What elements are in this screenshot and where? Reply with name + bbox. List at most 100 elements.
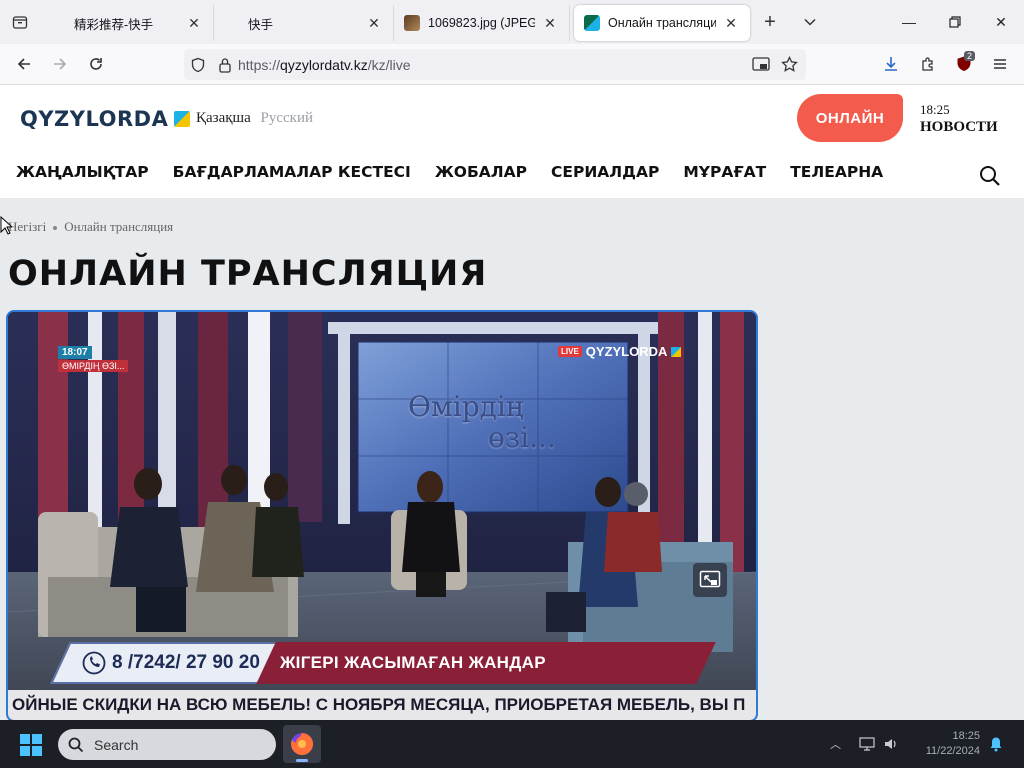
firefox-taskbar-button[interactable]: [283, 725, 321, 763]
restore-button[interactable]: [932, 0, 978, 44]
tab-title: 1069823.jpg (JPEG Imag: [428, 16, 535, 30]
breadcrumb-current: Онлайн трансляция: [64, 219, 174, 234]
language-kazakh[interactable]: Қазақша: [196, 110, 251, 126]
hud-clock: 18:07: [58, 346, 92, 359]
download-icon: [885, 57, 897, 71]
breadcrumb: Негізгі Онлайн трансляция: [8, 219, 173, 235]
windows-start-icon[interactable]: [20, 734, 42, 756]
extension-badge: 2: [964, 51, 976, 61]
hamburger-menu-icon: [994, 59, 1006, 69]
search-icon: [68, 737, 84, 752]
hud-show-name: ӨМІРДІҢ ӨЗІ...: [58, 360, 129, 372]
chevron-down-icon: [804, 18, 816, 26]
video-wall-line-2: өзі...: [488, 420, 556, 454]
taskbar-search-placeholder: Search: [94, 736, 139, 753]
reload-button[interactable]: [78, 48, 114, 80]
nav-item-archive[interactable]: МҰРАҒАТ: [683, 163, 766, 181]
blank-favicon-icon: [224, 15, 240, 31]
close-tab-icon[interactable]: ✕: [185, 14, 203, 32]
page-title: ОНЛАЙН ТРАНСЛЯЦИЯ: [8, 254, 488, 294]
news-time: 18:25: [920, 102, 950, 117]
blank-favicon-icon: [50, 15, 66, 31]
main-navigation: ЖАҢАЛЫҚТАР БАҒДАРЛАМАЛАР КЕСТЕСІ ЖОБАЛАР…: [16, 163, 907, 181]
video-wall-show-title: Өмірдің өзі...: [408, 390, 556, 454]
tab-overview-button[interactable]: [0, 0, 40, 44]
lock-icon[interactable]: [218, 57, 232, 73]
close-tab-icon[interactable]: ✕: [365, 14, 383, 32]
video-player[interactable]: 18:07 ӨМІРДІҢ ӨЗІ... LIVE QYZYLORDA Өмір…: [6, 310, 758, 722]
news-ticker-text: ОЙНЫЕ СКИДКИ НА ВСЮ МЕБЕЛЬ! С НОЯБРЯ МЕС…: [12, 695, 746, 714]
forward-button[interactable]: [42, 48, 78, 80]
picture-in-picture-icon[interactable]: [752, 56, 770, 73]
channel-logo-text: QYZYLORDA: [585, 344, 668, 359]
tab-online-broadcast[interactable]: Онлайн трансляция - ✕: [574, 5, 750, 41]
tracking-protection-shield-icon[interactable]: [190, 57, 206, 73]
online-button[interactable]: ОНЛАЙН: [797, 94, 903, 142]
network-icon[interactable]: [859, 737, 875, 751]
system-tray: ︿: [830, 720, 899, 768]
picture-in-picture-button[interactable]: [693, 563, 727, 597]
nav-item-tv-channel[interactable]: ТЕЛЕАРНА: [790, 163, 883, 181]
arrow-right-icon: [54, 58, 67, 70]
close-icon: ✕: [995, 13, 1007, 30]
tab-title: 快手: [248, 17, 274, 32]
logo-text: QYZYLORDA: [20, 107, 169, 131]
tab-kuaishou-recommend[interactable]: 精彩推荐-快手 ✕: [40, 5, 214, 41]
arrow-left-icon: [17, 58, 30, 70]
puzzle-piece-icon: [922, 57, 933, 71]
pip-expand-icon: [699, 570, 721, 588]
address-bar[interactable]: https://qyzylordatv.kz/kz/live: [184, 49, 806, 80]
url-text[interactable]: https://qyzylordatv.kz/kz/live: [238, 57, 411, 73]
nav-item-projects[interactable]: ЖОБАЛАР: [435, 163, 527, 181]
list-all-tabs-button[interactable]: [790, 0, 830, 44]
ublock-extension-button[interactable]: 2: [946, 48, 982, 80]
news-link[interactable]: НОВОСТИ: [920, 119, 998, 136]
close-tab-icon[interactable]: ✕: [722, 14, 740, 32]
new-tab-button[interactable]: +: [750, 0, 790, 44]
site-header: QYZYLORDA Қазақша Русский ОНЛАЙН 18:25 Н…: [0, 85, 1024, 198]
tab-title: Онлайн трансляция -: [608, 16, 716, 30]
nav-item-serials[interactable]: СЕРИАЛДАР: [551, 163, 659, 181]
channel-mark-icon: [671, 346, 682, 357]
bookmark-star-icon[interactable]: [781, 56, 798, 73]
breadcrumb-home[interactable]: Негізгі: [8, 219, 46, 234]
clock-time: 18:25: [952, 730, 980, 742]
browser-nav-bar: https://qyzylordatv.kz/kz/live 2: [0, 44, 1024, 85]
live-badge: LIVE: [558, 346, 582, 357]
video-wall-line-1: Өмірдің: [408, 390, 524, 423]
downloads-button[interactable]: [873, 48, 909, 80]
taskbar-search-box[interactable]: Search: [58, 729, 276, 760]
plus-icon: +: [764, 10, 776, 33]
taskbar-clock[interactable]: 18:25 11/22/2024: [918, 729, 980, 759]
minimize-icon: —: [902, 14, 916, 30]
mouse-cursor-icon: [0, 216, 12, 235]
qyzylorda-favicon-icon: [584, 15, 600, 31]
nav-item-news[interactable]: ЖАҢАЛЫҚТАР: [16, 163, 149, 181]
phone-number: 8 /7242/ 27 90 20: [112, 652, 260, 673]
tab-kuaishou[interactable]: 快手 ✕: [214, 5, 394, 41]
search-icon[interactable]: [979, 165, 1001, 187]
clock-date: 11/22/2024: [925, 744, 980, 757]
close-tab-icon[interactable]: ✕: [541, 14, 559, 32]
back-button[interactable]: [6, 48, 42, 80]
browser-tab-strip: 精彩推荐-快手 ✕ 快手 ✕ 1069823.jpg (JPEG Imag ✕ …: [0, 0, 1024, 44]
url-prefix: https://: [238, 56, 281, 73]
language-russian[interactable]: Русский: [261, 110, 314, 126]
volume-icon[interactable]: [883, 737, 899, 751]
episode-title-caption: ЖІГЕРІ ЖАСЫМАҒАН ЖАНДАР: [280, 653, 546, 672]
phone-icon: [82, 651, 106, 675]
close-window-button[interactable]: ✕: [978, 0, 1024, 44]
site-logo[interactable]: QYZYLORDA: [20, 107, 191, 131]
logo-mark-icon: [174, 111, 191, 127]
phone-number-caption: 8 /7242/ 27 90 20: [82, 651, 260, 675]
minimize-button[interactable]: —: [886, 0, 932, 44]
nav-item-schedule[interactable]: БАҒДАРЛАМАЛАР КЕСТЕСІ: [173, 163, 411, 181]
app-menu-button[interactable]: [982, 48, 1018, 80]
extensions-button[interactable]: [910, 48, 946, 80]
tray-overflow-chevron-icon[interactable]: ︿: [830, 736, 841, 752]
breadcrumb-separator: [53, 226, 58, 231]
notification-bell-icon[interactable]: [988, 736, 1004, 752]
channel-live-logo: LIVE QYZYLORDA: [558, 344, 682, 359]
reload-icon: [90, 58, 102, 70]
tab-jpeg-image[interactable]: 1069823.jpg (JPEG Imag ✕: [394, 5, 570, 41]
